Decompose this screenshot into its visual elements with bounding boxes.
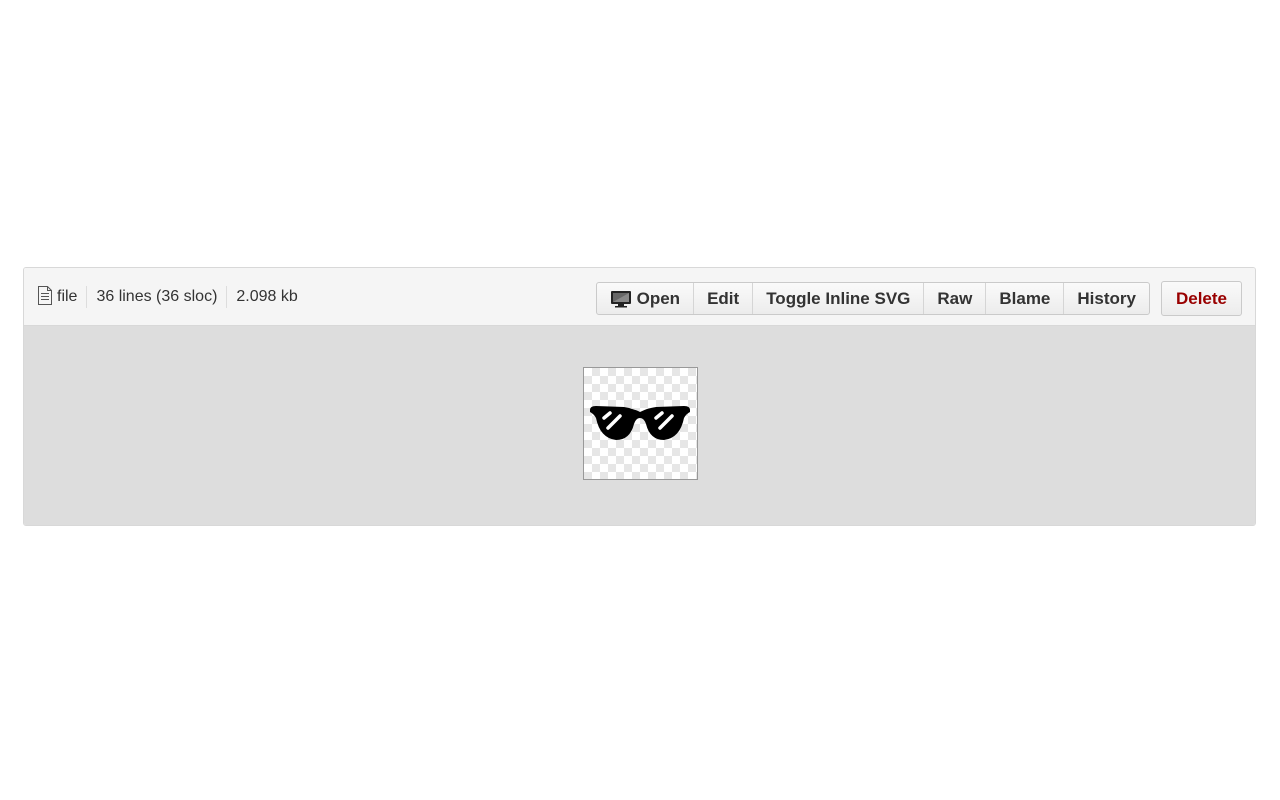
toggle-inline-svg-button[interactable]: Toggle Inline SVG bbox=[752, 283, 923, 314]
divider bbox=[86, 285, 88, 308]
open-button-label: Open bbox=[636, 288, 681, 308]
file-type: file bbox=[37, 286, 78, 306]
svg-image-frame bbox=[583, 367, 698, 480]
delete-button[interactable]: Delete bbox=[1160, 281, 1242, 316]
file-box: file 36 lines (36 sloc) 2.098 kb Open Ed… bbox=[23, 267, 1256, 526]
image-preview-area bbox=[24, 326, 1255, 525]
file-info: file 36 lines (36 sloc) 2.098 kb bbox=[37, 268, 298, 325]
blame-button[interactable]: Blame bbox=[985, 283, 1063, 314]
file-header: file 36 lines (36 sloc) 2.098 kb Open Ed… bbox=[24, 268, 1255, 326]
file-actions: Open Edit Toggle Inline SVG Raw Blame Hi… bbox=[595, 281, 1242, 316]
history-button[interactable]: History bbox=[1063, 283, 1149, 314]
divider bbox=[226, 285, 228, 308]
file-lines: 36 lines (36 sloc) bbox=[96, 287, 218, 305]
open-button[interactable]: Open bbox=[597, 283, 693, 314]
action-button-group: Open Edit Toggle Inline SVG Raw Blame Hi… bbox=[595, 282, 1150, 315]
raw-button[interactable]: Raw bbox=[923, 283, 985, 314]
file-icon bbox=[38, 286, 52, 305]
sunglasses-icon bbox=[590, 406, 690, 440]
monitor-icon bbox=[610, 290, 631, 307]
edit-button[interactable]: Edit bbox=[693, 283, 752, 314]
file-type-label: file bbox=[57, 287, 78, 305]
file-size: 2.098 kb bbox=[236, 287, 298, 305]
